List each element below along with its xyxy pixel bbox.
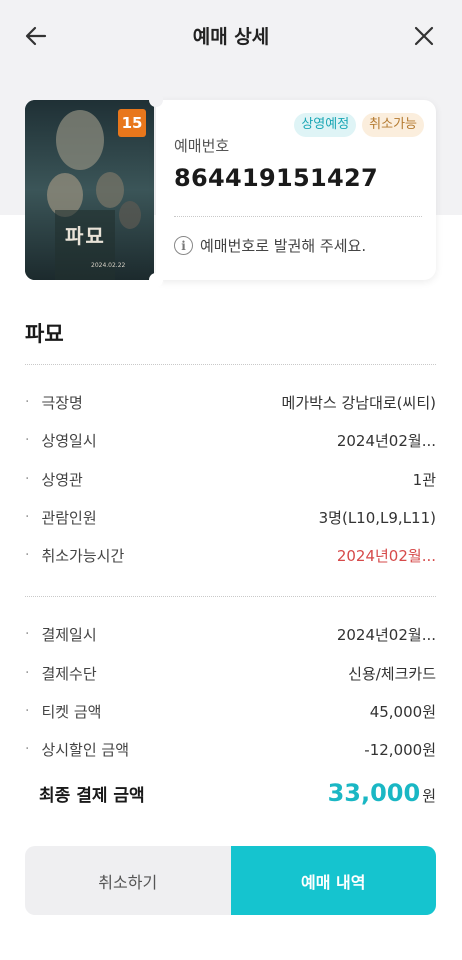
payment-label: 결제일시 — [25, 624, 96, 645]
payment-row-method: 결제수단 신용/체크카드 — [25, 661, 436, 685]
payment-row-ticket-price: 티켓 금액 45,000원 — [25, 699, 436, 723]
page-title: 예매 상세 — [192, 25, 270, 48]
detail-row-audience: 관람인원 3명(L10,L9,L11) — [25, 505, 436, 529]
total-amount: 33,000 — [327, 779, 421, 807]
detail-row-theater: 극장명 메가박스 강남대로(씨티) — [25, 390, 436, 414]
payment-value: 2024년02월... — [336, 625, 436, 644]
payment-row-date: 결제일시 2024년02월... — [25, 622, 436, 646]
payment-value: -12,000원 — [364, 740, 436, 759]
status-badge-upcoming: 상영예정 — [294, 113, 357, 137]
status-badge-cancelable: 취소가능 — [362, 113, 424, 137]
ticket-notice: i 예매번호로 발권해 주세요. — [174, 235, 366, 256]
payment-label: 결제수단 — [25, 663, 96, 684]
notice-text: 예매번호로 발권해 주세요. — [200, 237, 367, 255]
info-icon: i — [174, 236, 193, 255]
payment-row-discount: 상시할인 금액 -12,000원 — [25, 737, 436, 761]
back-button[interactable] — [20, 20, 52, 52]
status-badges: 상영예정 취소가능 — [294, 113, 424, 137]
divider — [25, 596, 436, 597]
detail-value: 3명(L10,L9,L11) — [318, 508, 436, 527]
detail-label: 상영일시 — [25, 430, 96, 451]
close-icon — [414, 26, 434, 46]
detail-row-showtime: 상영일시 2024년02월... — [25, 428, 436, 452]
payment-value: 신용/체크카드 — [348, 664, 436, 683]
detail-label: 취소가능시간 — [25, 545, 124, 566]
detail-value: 1관 — [412, 470, 436, 489]
detail-row-cancel-deadline: 취소가능시간 2024년02월... — [25, 543, 436, 567]
age-rating-badge: 15 — [118, 109, 146, 137]
detail-label: 극장명 — [25, 392, 82, 413]
poster-date: 2024.02.22 — [91, 262, 126, 269]
detail-value: 메가박스 강남대로(씨티) — [281, 393, 436, 412]
total-unit: 원 — [422, 787, 436, 805]
divider — [25, 364, 436, 365]
total-payment: 최종 결제 금액 33,000 원 — [25, 776, 436, 810]
booking-info-card: 상영예정 취소가능 예매번호 864419151427 i 예매번호로 발권해 … — [149, 93, 436, 287]
detail-label: 관람인원 — [25, 507, 96, 528]
total-amount-group: 33,000 원 — [328, 779, 436, 807]
detail-label: 상영관 — [25, 469, 82, 490]
ticket-notch — [149, 93, 163, 107]
detail-value: 2024년02월... — [336, 546, 436, 565]
payment-value: 45,000원 — [369, 702, 436, 721]
total-label: 최종 결제 금액 — [39, 785, 145, 806]
close-button[interactable] — [408, 20, 440, 52]
detail-value: 2024년02월... — [336, 431, 436, 450]
booking-history-button[interactable]: 예매 내역 — [230, 846, 436, 915]
movie-title: 파묘 — [25, 322, 64, 346]
divider — [174, 216, 422, 217]
header: 예매 상세 — [0, 0, 462, 70]
arrow-left-icon — [25, 26, 47, 46]
cancel-booking-button[interactable]: 취소하기 — [25, 846, 231, 915]
payment-label: 상시할인 금액 — [25, 739, 129, 760]
poster-title: 파묘 — [65, 224, 106, 248]
booking-number-label: 예매번호 — [174, 137, 230, 155]
booking-number: 864419151427 — [174, 164, 378, 192]
action-buttons: 취소하기 예매 내역 — [25, 846, 436, 915]
ticket-card: 15 파묘 2024.02.22 상영예정 취소가능 예매번호 86441915… — [25, 93, 436, 287]
movie-poster: 15 파묘 2024.02.22 — [25, 100, 154, 280]
ticket-notch — [149, 273, 163, 287]
payment-label: 티켓 금액 — [25, 701, 101, 722]
detail-row-screen: 상영관 1관 — [25, 467, 436, 491]
